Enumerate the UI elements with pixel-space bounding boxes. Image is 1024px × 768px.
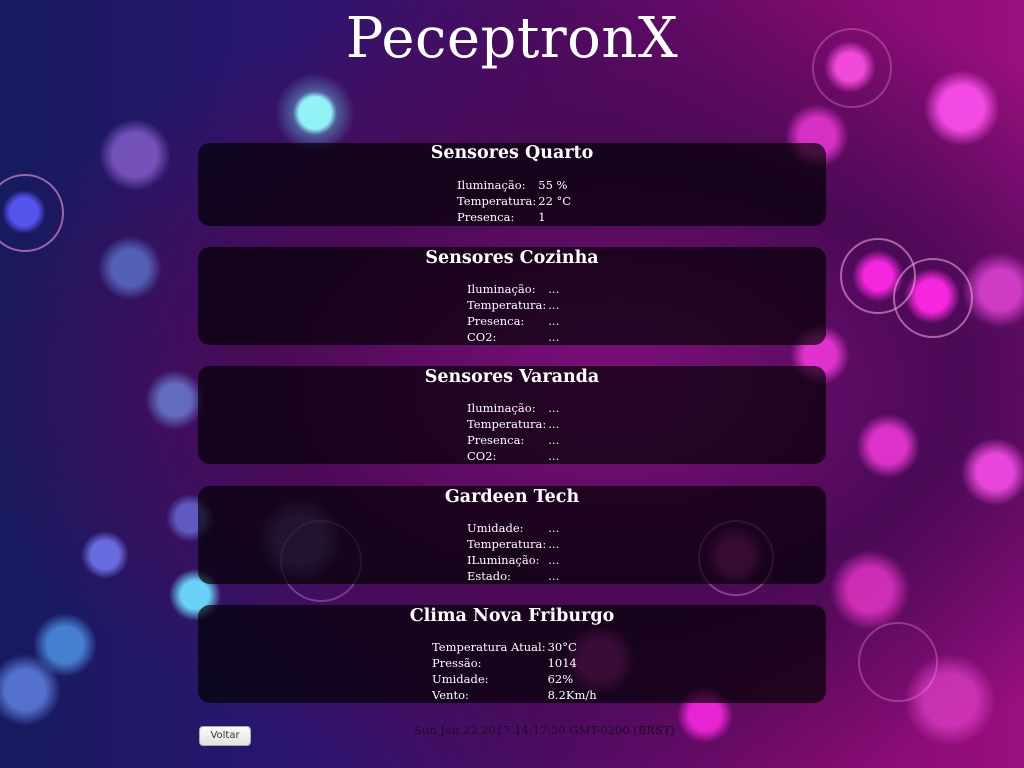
- table-row: Iluminação: ...: [467, 400, 559, 416]
- row-value: 22 °C: [538, 194, 572, 208]
- row-label: Presenca:: [467, 314, 525, 328]
- panel-title: Sensores Varanda: [424, 367, 600, 387]
- row-label: Iluminação:: [467, 401, 536, 415]
- background-ring: [0, 174, 64, 252]
- row-value: ...: [548, 401, 560, 415]
- row-label: Temperatura:: [457, 194, 537, 208]
- table-row: Temperatura: ...: [467, 416, 559, 432]
- row-value: ...: [548, 282, 560, 296]
- panel-sensores-cozinha: Sensores Cozinha Iluminação: ... Tempera…: [198, 247, 826, 345]
- row-value: 8.2Km/h: [547, 688, 597, 702]
- panel-clima-nova-friburgo: Clima Nova Friburgo Temperatura Atual: 3…: [198, 605, 826, 703]
- row-value: ...: [548, 314, 560, 328]
- panel-title: Sensores Quarto: [430, 143, 594, 163]
- page-title: PeceptronX: [345, 6, 679, 71]
- table-row: Presenca: 1: [457, 209, 571, 225]
- row-label: Umidade:: [432, 672, 489, 686]
- panel-gardeen-tech: Gardeen Tech Umidade: ... Temperatura: .…: [198, 486, 826, 584]
- datetime-display: Sun Jan 22 2017 14:17:50 GMT-0200 (BRST): [414, 723, 675, 737]
- panel-title: Gardeen Tech: [444, 487, 580, 507]
- table-row: Presenca: ...: [467, 313, 559, 329]
- row-value: 1014: [547, 656, 577, 670]
- background-ring: [893, 258, 973, 338]
- row-label: Pressão:: [432, 656, 482, 670]
- row-label: ILuminação:: [467, 553, 540, 567]
- sensor-table: Iluminação: ... Temperatura: ... Presenc…: [467, 400, 559, 464]
- row-label: Temperatura:: [467, 298, 547, 312]
- row-value: ...: [548, 298, 560, 312]
- table-row: Estado: ...: [467, 568, 559, 584]
- row-label: Iluminação:: [467, 282, 536, 296]
- row-value: ...: [548, 537, 560, 551]
- background-ring: [858, 622, 938, 702]
- row-label: Estado:: [467, 569, 511, 583]
- row-value: ...: [548, 521, 560, 535]
- row-value: 62%: [547, 672, 574, 686]
- row-value: 30°C: [547, 640, 577, 654]
- row-label: CO2:: [467, 449, 497, 463]
- table-row: Temperatura: ...: [467, 297, 559, 313]
- table-row: CO2: ...: [467, 448, 559, 464]
- table-row: ILuminação: ...: [467, 552, 559, 568]
- row-label: CO2:: [467, 330, 497, 344]
- table-row: CO2: ...: [467, 329, 559, 345]
- table-row: Temperatura: ...: [467, 536, 559, 552]
- row-label: Presenca:: [457, 210, 515, 224]
- row-label: Iluminação:: [457, 178, 526, 192]
- row-value: ...: [548, 417, 560, 431]
- row-label: Temperatura Atual:: [432, 640, 546, 654]
- panel-sensores-varanda: Sensores Varanda Iluminação: ... Tempera…: [198, 366, 826, 464]
- table-row: Presenca: ...: [467, 432, 559, 448]
- row-value: ...: [548, 553, 560, 567]
- table-row: Umidade: ...: [467, 520, 559, 536]
- table-row: Temperatura: 22 °C: [457, 193, 571, 209]
- row-value: ...: [548, 433, 560, 447]
- sensor-table: Umidade: ... Temperatura: ... ILuminação…: [467, 520, 559, 584]
- row-value: ...: [548, 330, 560, 344]
- weather-table: Temperatura Atual: 30°C Pressão: 1014 Um…: [432, 639, 597, 703]
- panel-title: Clima Nova Friburgo: [409, 606, 615, 626]
- row-value: 55 %: [538, 178, 568, 192]
- row-value: ...: [548, 569, 560, 583]
- panel-title: Sensores Cozinha: [425, 248, 599, 268]
- back-button[interactable]: Voltar: [199, 726, 251, 746]
- table-row: Vento: 8.2Km/h: [432, 687, 597, 703]
- table-row: Iluminação: 55 %: [457, 177, 571, 193]
- table-row: Iluminação: ...: [467, 281, 559, 297]
- row-label: Vento:: [432, 688, 469, 702]
- row-label: Presenca:: [467, 433, 525, 447]
- row-value: 1: [538, 210, 546, 224]
- row-label: Temperatura:: [467, 537, 547, 551]
- sensor-table: Iluminação: ... Temperatura: ... Presenc…: [467, 281, 559, 345]
- background-ring: [840, 238, 916, 314]
- sensor-table: Iluminação: 55 % Temperatura: 22 °C Pres…: [457, 177, 571, 225]
- row-label: Temperatura:: [467, 417, 547, 431]
- table-row: Temperatura Atual: 30°C: [432, 639, 597, 655]
- row-label: Umidade:: [467, 521, 524, 535]
- table-row: Pressão: 1014: [432, 655, 597, 671]
- panel-sensores-quarto: Sensores Quarto Iluminação: 55 % Tempera…: [198, 143, 826, 226]
- row-value: ...: [548, 449, 560, 463]
- table-row: Umidade: 62%: [432, 671, 597, 687]
